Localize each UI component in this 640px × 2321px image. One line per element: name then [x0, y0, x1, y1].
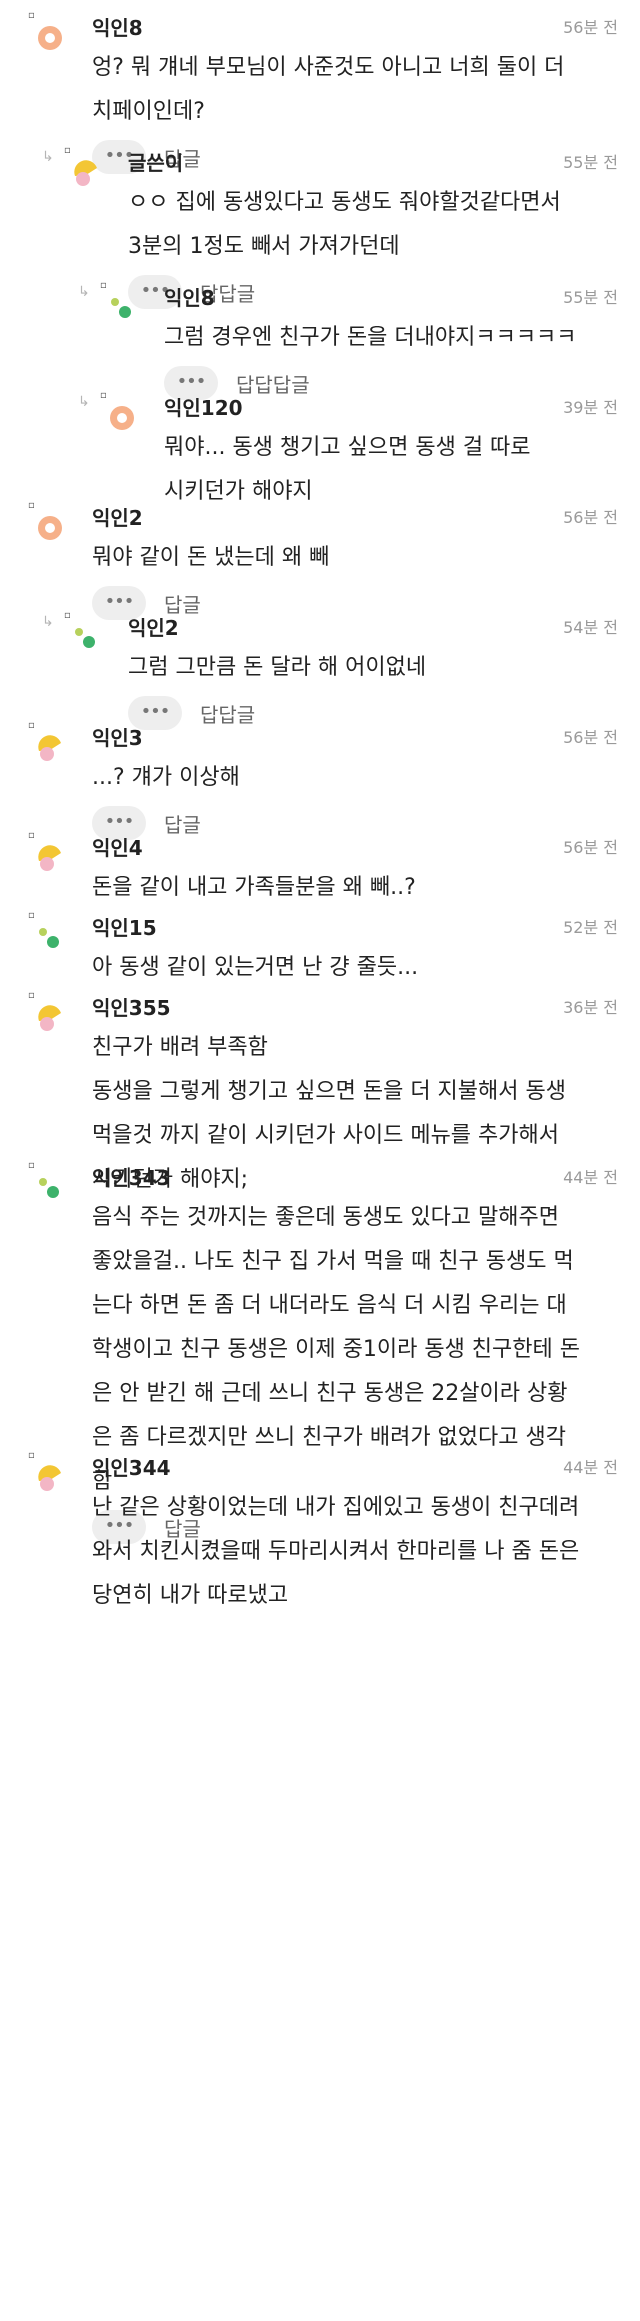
comment-body: 아 동생 같이 있는거면 난 걍 줄듯...	[92, 946, 418, 990]
comment-timestamp: 36분 전	[563, 998, 618, 1017]
avatar	[108, 294, 136, 322]
comment-line: 시키던가 해야지	[164, 479, 313, 504]
reply-button[interactable]: 답답글	[200, 699, 255, 728]
comment-author[interactable]: 익인8	[92, 12, 143, 41]
comment-body: 그럼 그만큼 돈 달라 해 어이없네	[128, 646, 426, 690]
marker-icon: ▫	[64, 610, 71, 621]
comment-timestamp: 39분 전	[563, 398, 618, 417]
reply-arrow-icon: ↳	[42, 149, 54, 165]
comment-timestamp: 56분 전	[563, 838, 618, 857]
comment-author[interactable]: 익인15	[92, 912, 157, 941]
comment-actions: ••• 답답글	[128, 696, 255, 730]
comment-author[interactable]: 익인3	[92, 722, 143, 751]
comment-line: 그럼 경우엔 친구가 돈을 더내야지ㅋㅋㅋㅋㅋ	[164, 325, 577, 350]
comment-timestamp: 56분 전	[563, 18, 618, 37]
comment-line: 동생을 그렇게 챙기고 싶으면 돈을 더 지불해서 동생	[92, 1079, 566, 1104]
comment-line: 은 안 받긴 해 근데 쓰니 친구 동생은 22살이라 상황	[92, 1381, 568, 1406]
comment-line: 3분의 1정도 빼서 가져가던데	[128, 234, 400, 259]
comment-author[interactable]: 익인355	[92, 992, 171, 1021]
avatar	[36, 1174, 64, 1202]
avatar	[36, 844, 64, 872]
comment-timestamp: 56분 전	[563, 728, 618, 747]
comment-line: 학생이고 친구 동생은 이제 중1이라 동생 친구한테 돈	[92, 1337, 580, 1362]
comment-author[interactable]: 익인8	[164, 282, 215, 311]
avatar	[36, 514, 64, 542]
marker-icon: ▫	[28, 1160, 35, 1171]
comment-author[interactable]: 글쓴이	[128, 147, 183, 176]
reply-button[interactable]: 답답답글	[236, 369, 310, 398]
comment-thread: ▫ 익인8 56분 전 엉? 뭐 걔네 부모님이 사준것도 아니고 너희 둘이 더 치페…	[0, 0, 640, 2321]
comment-line: 그럼 그만큼 돈 달라 해 어이없네	[128, 655, 427, 680]
avatar	[36, 1464, 64, 1492]
comment-line: 음식 주는 것까지는 좋은데 동생도 있다고 말해주면	[92, 1205, 560, 1230]
comment-line: 와서 치킨시켰을때 두마리시켜서 한마리를 나 줌 돈은	[92, 1539, 580, 1564]
avatar	[36, 1004, 64, 1032]
marker-icon: ▫	[28, 830, 35, 841]
comment-timestamp: 52분 전	[563, 918, 618, 937]
comment-author[interactable]: 익인120	[164, 392, 243, 421]
marker-icon: ▫	[28, 1450, 35, 1461]
comment-line: 난 같은 상황이었는데 내가 집에있고 동생이 친구데려	[92, 1495, 580, 1520]
comment-line: 뭐야... 동생 챙기고 싶으면 동생 걸 따로	[164, 435, 531, 460]
comment-body: ...? 걔가 이상해	[92, 756, 240, 800]
comment-line: 좋았을걸.. 나도 친구 집 가서 먹을 때 친구 동생도 먹	[92, 1249, 574, 1274]
marker-icon: ▫	[28, 720, 35, 731]
comment-line: 치페이인데?	[92, 99, 205, 124]
comment-line: 엉? 뭐 걔네 부모님이 사준것도 아니고 너희 둘이 더	[92, 55, 565, 80]
comment-body: 난 같은 상황이었는데 내가 집에있고 동생이 친구데려와서 치킨시켰을때 두마…	[92, 1486, 579, 1618]
comment-author[interactable]: 익인343	[92, 1162, 171, 1191]
comment-line: 먹을것 까지 같이 시키던가 사이드 메뉴를 추가해서	[92, 1123, 560, 1148]
comment-author[interactable]: 익인4	[92, 832, 143, 861]
marker-icon: ▫	[28, 500, 35, 511]
avatar	[72, 624, 100, 652]
comment-body: 그럼 경우엔 친구가 돈을 더내야지ㅋㅋㅋㅋㅋ	[164, 316, 577, 360]
avatar	[108, 404, 136, 432]
reply-arrow-icon: ↳	[78, 284, 90, 300]
comment-line: 친구가 배려 부족함	[92, 1035, 268, 1060]
marker-icon: ▫	[100, 390, 107, 401]
avatar	[72, 159, 100, 187]
comment-timestamp: 55분 전	[563, 288, 618, 307]
comment-author[interactable]: 익인344	[92, 1452, 171, 1481]
comment-body: 돈을 같이 내고 가족들분을 왜 빼..?	[92, 866, 416, 910]
comment-timestamp: 44분 전	[563, 1458, 618, 1477]
comment-body: 엉? 뭐 걔네 부모님이 사준것도 아니고 너희 둘이 더치페이인데?	[92, 46, 564, 134]
comment-line: 돈을 같이 내고 가족들분을 왜 빼..?	[92, 875, 416, 900]
comment-line: 는다 하면 돈 좀 더 내더라도 음식 더 시킴 우리는 대	[92, 1293, 567, 1318]
comment-line: 뭐야 같이 돈 냈는데 왜 빼	[92, 545, 330, 570]
comment-author[interactable]: 익인2	[128, 612, 179, 641]
marker-icon: ▫	[28, 10, 35, 21]
avatar	[36, 24, 64, 52]
comment-line: 당연히 내가 따로냈고	[92, 1583, 289, 1608]
marker-icon: ▫	[28, 990, 35, 1001]
avatar	[36, 734, 64, 762]
marker-icon: ▫	[64, 145, 71, 156]
comment-body: 뭐야 같이 돈 냈는데 왜 빼	[92, 536, 329, 580]
comment-body: 뭐야... 동생 챙기고 싶으면 동생 걸 따로시키던가 해야지	[164, 426, 531, 514]
reply-arrow-icon: ↳	[42, 614, 54, 630]
marker-icon: ▫	[28, 910, 35, 921]
comment-timestamp: 55분 전	[563, 153, 618, 172]
comment-timestamp: 56분 전	[563, 508, 618, 527]
comment-line: 아 동생 같이 있는거면 난 걍 줄듯...	[92, 955, 419, 980]
comment-body: ㅇㅇ 집에 동생있다고 동생도 줘야할것같다면서 3분의 1정도 빼서 가져가던데	[128, 181, 561, 269]
reply-button[interactable]: 답글	[164, 809, 201, 838]
comment-line: ...? 걔가 이상해	[92, 765, 240, 790]
comment-timestamp: 54분 전	[563, 618, 618, 637]
reply-arrow-icon: ↳	[78, 394, 90, 410]
avatar	[36, 924, 64, 952]
marker-icon: ▫	[100, 280, 107, 291]
comment-author[interactable]: 익인2	[92, 502, 143, 531]
comment-line: ㅇㅇ 집에 동생있다고 동생도 줘야할것같다면서	[128, 190, 561, 215]
comment-timestamp: 44분 전	[563, 1168, 618, 1187]
